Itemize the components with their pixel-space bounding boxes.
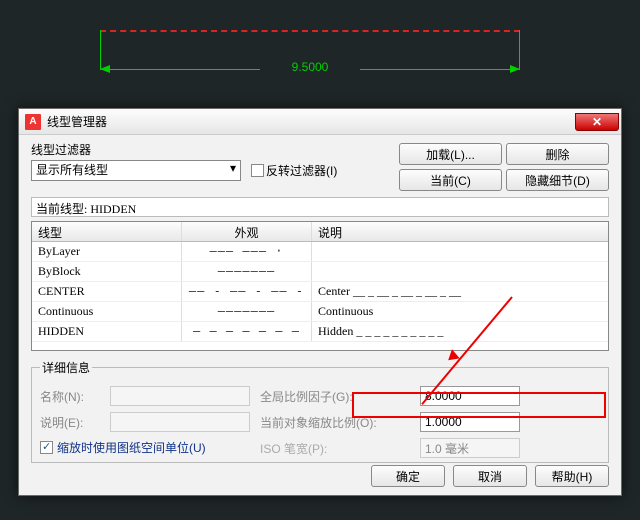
dialog-title: 线型管理器 [47,113,107,130]
list-row[interactable]: Continuous ——————— Continuous [32,302,608,322]
list-body: ByLayer ——— ——— · ByBlock ——————— CENTER… [32,242,608,342]
ok-button[interactable]: 确定 [371,465,445,487]
object-scale-label: 当前对象缩放比例(O): [260,414,410,431]
redline-dashed [100,30,520,32]
bottom-buttons: 确定 取消 帮助(H) [371,465,609,487]
current-linetype-value: HIDDEN [90,202,136,216]
object-scale-field[interactable] [420,412,520,432]
filter-select[interactable]: 显示所有线型 ▾ [31,160,241,181]
filter-label: 线型过滤器 [31,141,371,158]
arrow-right-icon [510,65,520,73]
hide-details-button[interactable]: 隐藏细节(D) [506,169,609,191]
iso-penwidth-field [420,438,520,458]
col-desc[interactable]: 说明 [312,222,608,241]
filter-area: 线型过滤器 显示所有线型 ▾ 反转过滤器(I) [31,141,371,181]
top-right-buttons: 加载(L)... 删除 当前(C) 隐藏细节(D) [399,143,609,191]
details-legend: 详细信息 [40,359,92,376]
linetype-list[interactable]: 线型 外观 说明 ByLayer ——— ——— · ByBlock —————… [31,221,609,351]
help-button[interactable]: 帮助(H) [535,465,609,487]
autocad-app-icon: A [25,114,41,130]
invert-label: 反转过滤器(I) [266,162,337,179]
cancel-button[interactable]: 取消 [453,465,527,487]
current-linetype-bar: 当前线型: HIDDEN [31,197,609,217]
close-button[interactable]: ✕ [575,113,619,131]
filter-selected: 显示所有线型 [36,163,108,177]
current-linetype-label: 当前线型: [36,202,87,216]
arrow-left-icon [100,65,110,73]
global-scale-label: 全局比例因子(G): [260,388,410,405]
list-row[interactable]: CENTER —— - —— - —— - Center __ _ __ _ _… [32,282,608,302]
col-name[interactable]: 线型 [32,222,182,241]
invert-checkbox[interactable] [251,164,264,177]
load-button[interactable]: 加载(L)... [399,143,502,165]
details-fieldset: 详细信息 名称(N): 全局比例因子(G): 说明(E): 当前对象缩放比例(O… [31,359,609,463]
delete-button[interactable]: 删除 [506,143,609,165]
dimension-value: 9.5000 [260,60,360,74]
list-row[interactable]: HIDDEN – – – – – – – Hidden _ _ _ _ _ _ … [32,322,608,342]
list-row[interactable]: ByBlock ——————— [32,262,608,282]
name-field [110,386,250,406]
current-button[interactable]: 当前(C) [399,169,502,191]
desc-label: 说明(E): [40,414,100,431]
use-paperspace-label: 缩放时使用图纸空间单位(U) [57,439,206,456]
extension-line-right [519,30,520,70]
col-appearance[interactable]: 外观 [182,222,312,241]
extension-line-left [100,30,101,70]
dialog-client: 线型过滤器 显示所有线型 ▾ 反转过滤器(I) 加载(L)... 删除 当前(C… [19,135,621,495]
name-label: 名称(N): [40,388,100,405]
list-row[interactable]: ByLayer ——— ——— · [32,242,608,262]
list-header: 线型 外观 说明 [32,222,608,242]
use-paperspace-checkbox[interactable] [40,441,53,454]
linetype-manager-dialog: A 线型管理器 ✕ 线型过滤器 显示所有线型 ▾ 反转过滤器(I) 加载(L).… [18,108,622,496]
chevron-down-icon: ▾ [230,161,236,175]
iso-penwidth-label: ISO 笔宽(P): [260,440,410,457]
desc-field [110,412,250,432]
titlebar[interactable]: A 线型管理器 ✕ [19,109,621,135]
